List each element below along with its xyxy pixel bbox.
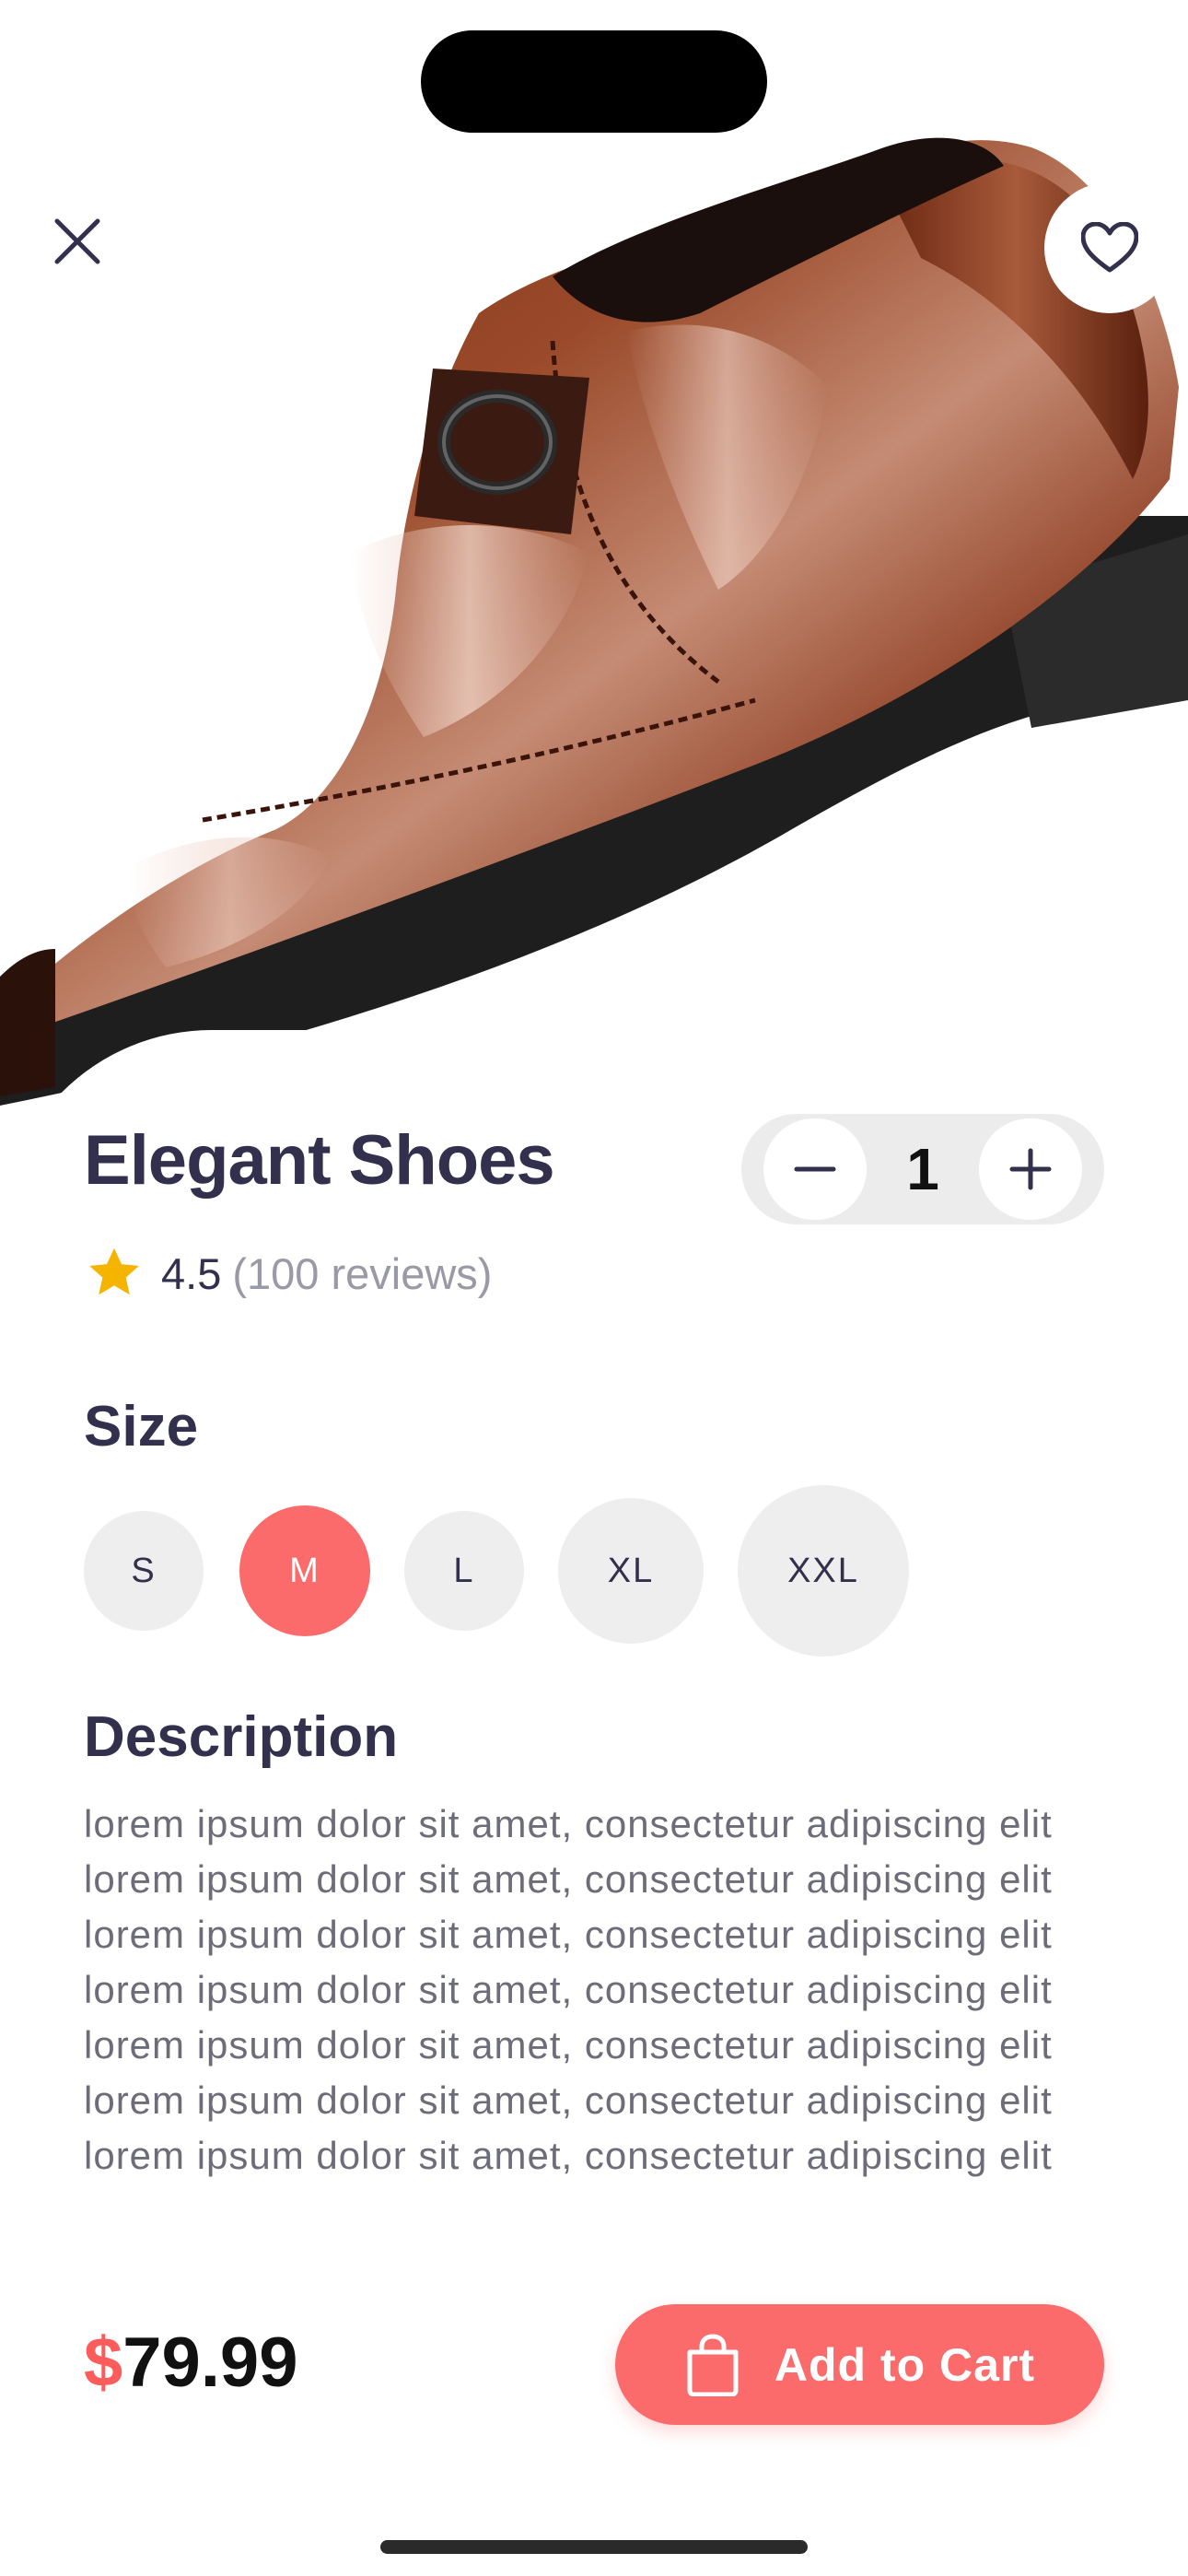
decrease-quantity-button[interactable] — [763, 1118, 867, 1220]
size-option-xl[interactable]: XL — [558, 1498, 704, 1644]
add-to-cart-button[interactable]: Add to Cart — [615, 2304, 1104, 2425]
quantity-stepper: 1 — [741, 1114, 1104, 1224]
close-icon — [54, 218, 100, 264]
review-count: (100 reviews) — [232, 1248, 493, 1298]
shoe-illustration — [0, 137, 1188, 1106]
shopping-bag-icon — [687, 2333, 739, 2396]
rating-score: 4.5 — [161, 1248, 222, 1298]
price-amount: 79.99 — [122, 2324, 298, 2402]
price-currency: $ — [84, 2324, 123, 2402]
minus-icon — [794, 1166, 836, 1172]
product-detail-screen: Elegant Shoes 1 4.5 (100 reviews) Size S… — [0, 0, 1188, 2576]
plus-icon — [1009, 1148, 1052, 1190]
product-rating: 4.5 (100 reviews) — [86, 1241, 492, 1306]
size-option-m-selected[interactable]: M — [239, 1505, 370, 1636]
size-option-s[interactable]: S — [84, 1511, 204, 1631]
heart-outline-icon — [1081, 222, 1138, 273]
description-section-title: Description — [84, 1705, 399, 1769]
favorite-button[interactable] — [1044, 182, 1175, 313]
product-description: lorem ipsum dolor sit amet, consectetur … — [84, 1802, 1053, 2177]
size-option-xxl[interactable]: XXL — [738, 1485, 909, 1657]
size-section-title: Size — [84, 1395, 199, 1458]
dynamic-island — [421, 30, 767, 133]
add-to-cart-label: Add to Cart — [774, 2338, 1036, 2391]
increase-quantity-button[interactable] — [979, 1118, 1082, 1220]
product-image — [0, 0, 1188, 1106]
close-button[interactable] — [37, 201, 118, 282]
product-price: $79.99 — [84, 2323, 297, 2403]
size-option-l[interactable]: L — [404, 1511, 524, 1631]
star-icon — [89, 1247, 139, 1295]
home-indicator[interactable] — [380, 2540, 808, 2554]
product-title: Elegant Shoes — [84, 1121, 555, 1200]
quantity-value: 1 — [906, 1136, 939, 1202]
